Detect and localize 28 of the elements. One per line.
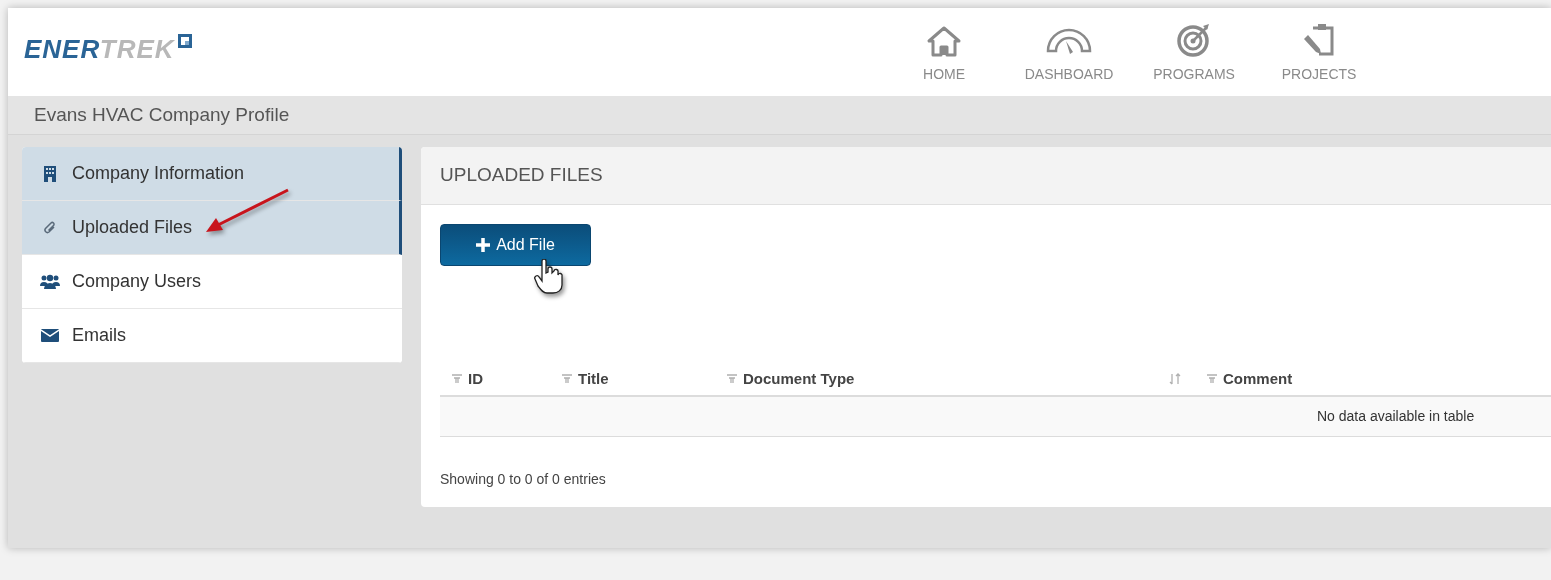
logo-mark-icon [177,34,192,48]
sort-icon[interactable] [1169,373,1181,385]
hand-cursor-icon [534,259,564,295]
table-info: Showing 0 to 0 of 0 entries [440,471,606,487]
add-file-button[interactable]: Add File [440,224,591,266]
paperclip-icon [43,220,57,235]
sidebar-item[interactable]: Uploaded Files [22,201,402,255]
logo-wordmark: ENERTREK [24,36,175,62]
users-icon [40,274,60,289]
column-header[interactable]: Title [550,367,715,391]
sidebar-item[interactable]: Company Information [22,147,402,201]
nav-link[interactable]: DASHBOARD [1006,23,1132,85]
building-icon [44,165,56,182]
empty-table-message: No data available in table [1317,407,1475,426]
filter-icon[interactable] [452,374,462,384]
nav-link[interactable]: PROJECTS [1256,23,1382,85]
filter-icon[interactable] [727,374,737,384]
house-icon [926,25,963,57]
nav-link[interactable]: HOME [881,23,1007,85]
nav-link[interactable]: PROGRAMS [1131,23,1257,85]
filter-icon[interactable] [1207,374,1217,384]
plus-icon [476,238,491,252]
column-header[interactable]: ID [440,367,550,391]
panel-title: UPLOADED FILES [440,163,603,188]
filter-icon[interactable] [562,374,572,384]
annotation-arrow-icon [204,188,290,234]
envelope-icon [41,329,59,342]
page-title: Evans HVAC Company Profile [34,102,290,127]
